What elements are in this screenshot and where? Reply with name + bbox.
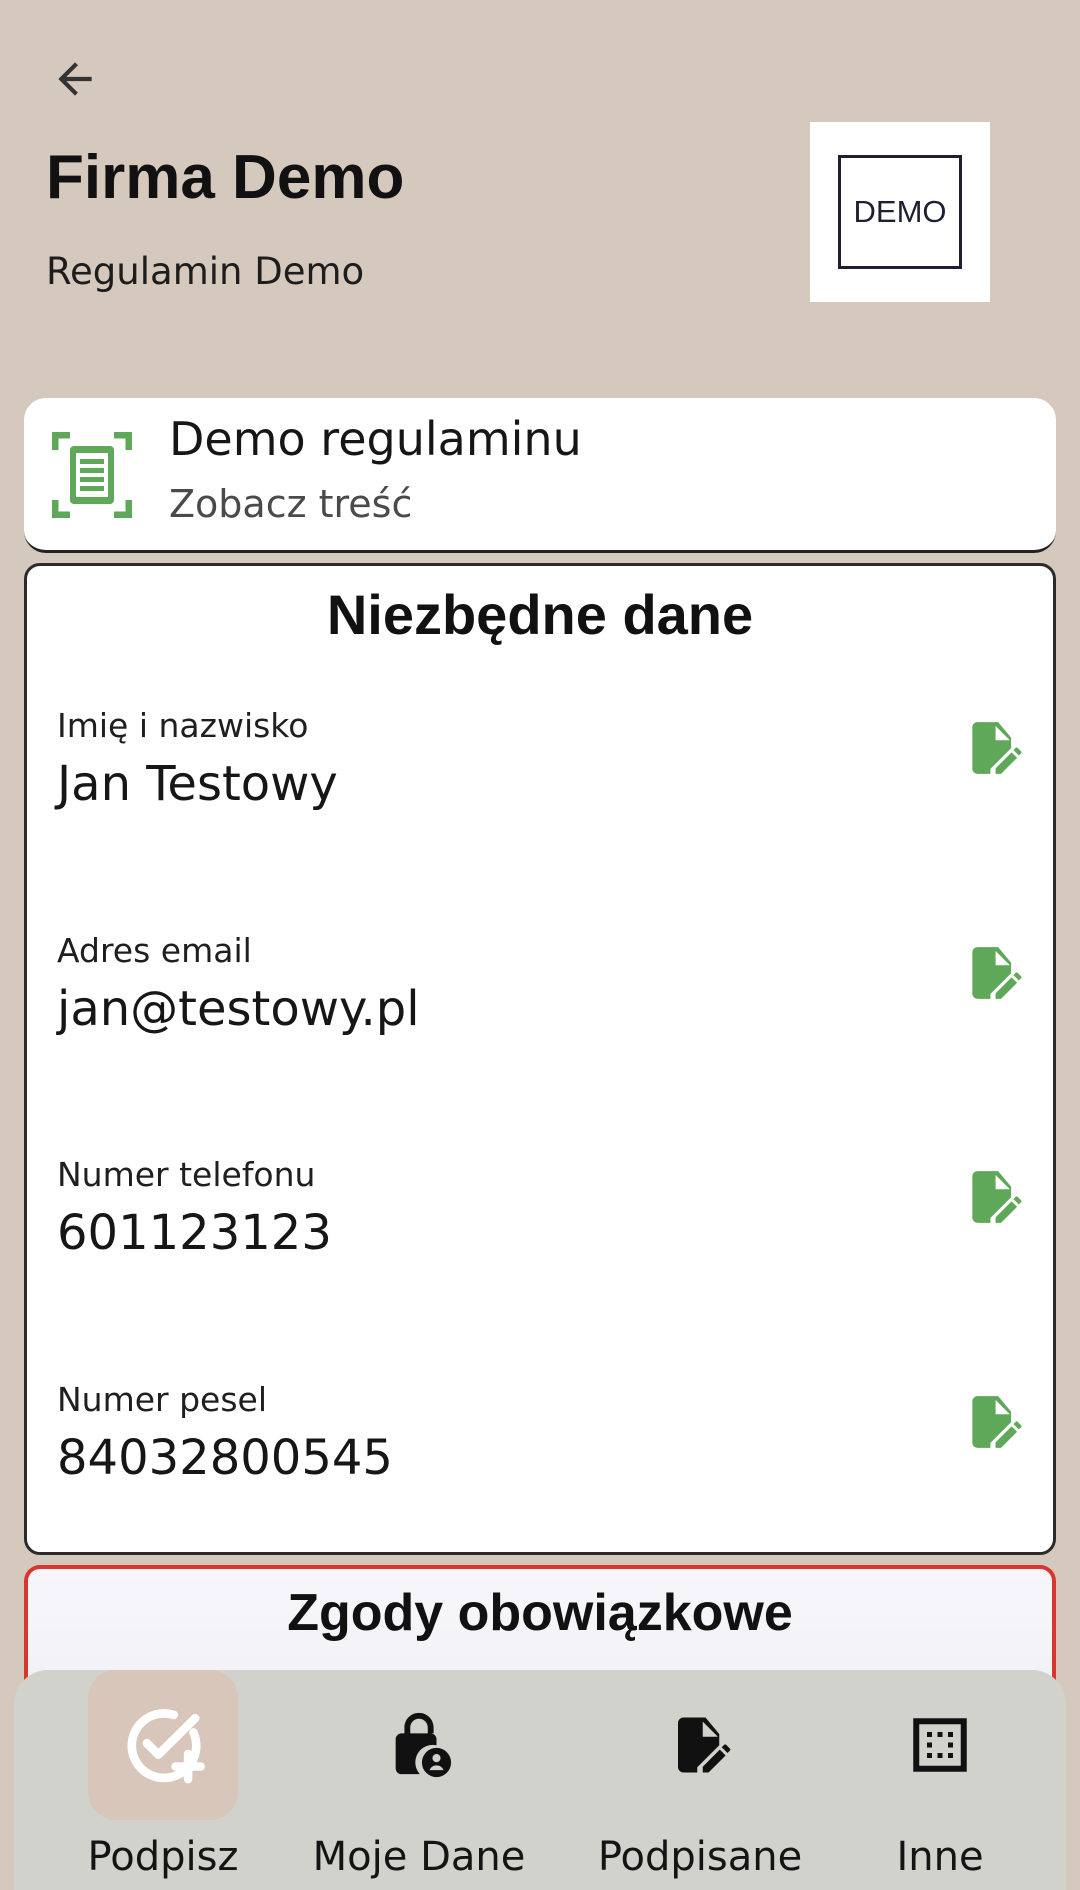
document-edit-icon <box>972 947 1022 999</box>
nav-item-sign[interactable]: Podpisz <box>74 1670 252 1890</box>
document-edit-icon <box>972 1171 1022 1223</box>
document-scan-icon <box>52 432 132 518</box>
page-title: Firma Demo <box>46 143 405 212</box>
field-label: Imię i nazwisko <box>57 706 309 745</box>
field-full-name: Imię i nazwisko Jan Testowy <box>57 706 1053 886</box>
grid-dots-icon <box>913 1718 967 1772</box>
arrow-left-icon <box>58 62 92 96</box>
logo-text: DEMO <box>838 155 962 269</box>
lock-person-icon <box>395 1712 452 1778</box>
required-data-card: Niezbędne dane Imię i nazwisko Jan Testo… <box>24 563 1056 1555</box>
edit-full-name-button[interactable] <box>961 714 1025 782</box>
nav-item-highlight <box>88 1670 238 1820</box>
nav-item-other[interactable]: Inne <box>860 1670 1020 1890</box>
nav-item-signed[interactable]: Podpisane <box>570 1670 830 1890</box>
edit-email-button[interactable] <box>961 939 1025 1007</box>
nav-label: Inne <box>896 1834 984 1880</box>
field-phone: Numer telefonu 601123123 <box>57 1155 1053 1335</box>
required-data-title: Niezbędne dane <box>326 583 754 646</box>
field-value: 84032800545 <box>57 1430 393 1486</box>
nav-item-my-data[interactable]: Moje Dane <box>294 1670 544 1890</box>
document-subtitle: Regulamin Demo <box>46 250 365 293</box>
field-email: Adres email jan@testowy.pl <box>57 931 1053 1111</box>
regulation-title: Demo regulaminu <box>169 412 582 466</box>
edit-phone-button[interactable] <box>961 1163 1025 1231</box>
nav-label: Podpisane <box>597 1834 803 1880</box>
mandatory-consents-title: Zgody obowiązkowe <box>287 1584 793 1642</box>
field-label: Adres email <box>57 931 252 970</box>
check-circle-plus-icon <box>127 1709 205 1784</box>
field-value: Jan Testowy <box>57 756 338 812</box>
back-button[interactable] <box>40 44 110 114</box>
nav-icon-wrap <box>344 1670 494 1820</box>
document-edit-icon <box>972 1396 1022 1448</box>
bottom-navigation: Podpisz Moje Dane Podpisane Inne <box>14 1670 1066 1890</box>
view-content-link[interactable]: Zobacz treść <box>169 482 412 526</box>
field-value: jan@testowy.pl <box>57 981 420 1037</box>
nav-icon-wrap <box>625 1670 775 1820</box>
field-pesel: Numer pesel 84032800545 <box>57 1380 1053 1560</box>
nav-icon-wrap <box>865 1670 1015 1820</box>
document-edit-icon <box>678 1717 731 1773</box>
nav-label: Moje Dane <box>312 1834 526 1880</box>
field-label: Numer pesel <box>57 1380 268 1419</box>
edit-pesel-button[interactable] <box>961 1388 1025 1456</box>
document-edit-icon <box>972 722 1022 774</box>
regulation-card[interactable]: Demo regulaminu Zobacz treść <box>24 398 1056 553</box>
company-logo: DEMO <box>810 122 990 302</box>
field-label: Numer telefonu <box>57 1155 316 1194</box>
field-value: 601123123 <box>57 1205 332 1261</box>
nav-label: Podpisz <box>87 1834 239 1880</box>
